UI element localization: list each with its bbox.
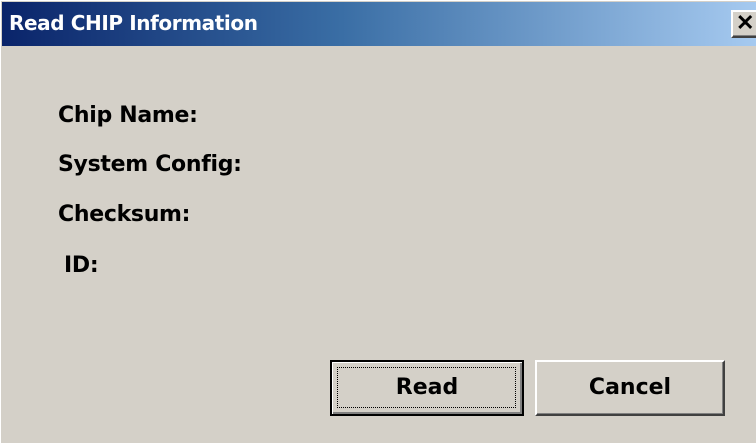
cancel-button-label: Cancel bbox=[588, 375, 672, 400]
cancel-button[interactable]: Cancel bbox=[535, 360, 725, 416]
system-config-label: System Config: bbox=[58, 152, 242, 177]
close-button[interactable]: ✕ bbox=[731, 10, 756, 38]
checksum-label: Checksum: bbox=[58, 202, 191, 227]
window-title: Read CHIP Information bbox=[9, 11, 258, 35]
id-label: ID: bbox=[64, 253, 99, 278]
read-chip-info-dialog: Read CHIP Information ✕ Chip Name: Syste… bbox=[0, 0, 756, 443]
chip-name-label: Chip Name: bbox=[58, 103, 198, 128]
read-button[interactable]: Read bbox=[330, 360, 524, 416]
title-bar[interactable]: Read CHIP Information bbox=[2, 2, 756, 46]
close-icon: ✕ bbox=[736, 10, 755, 35]
focus-rectangle bbox=[337, 367, 516, 408]
